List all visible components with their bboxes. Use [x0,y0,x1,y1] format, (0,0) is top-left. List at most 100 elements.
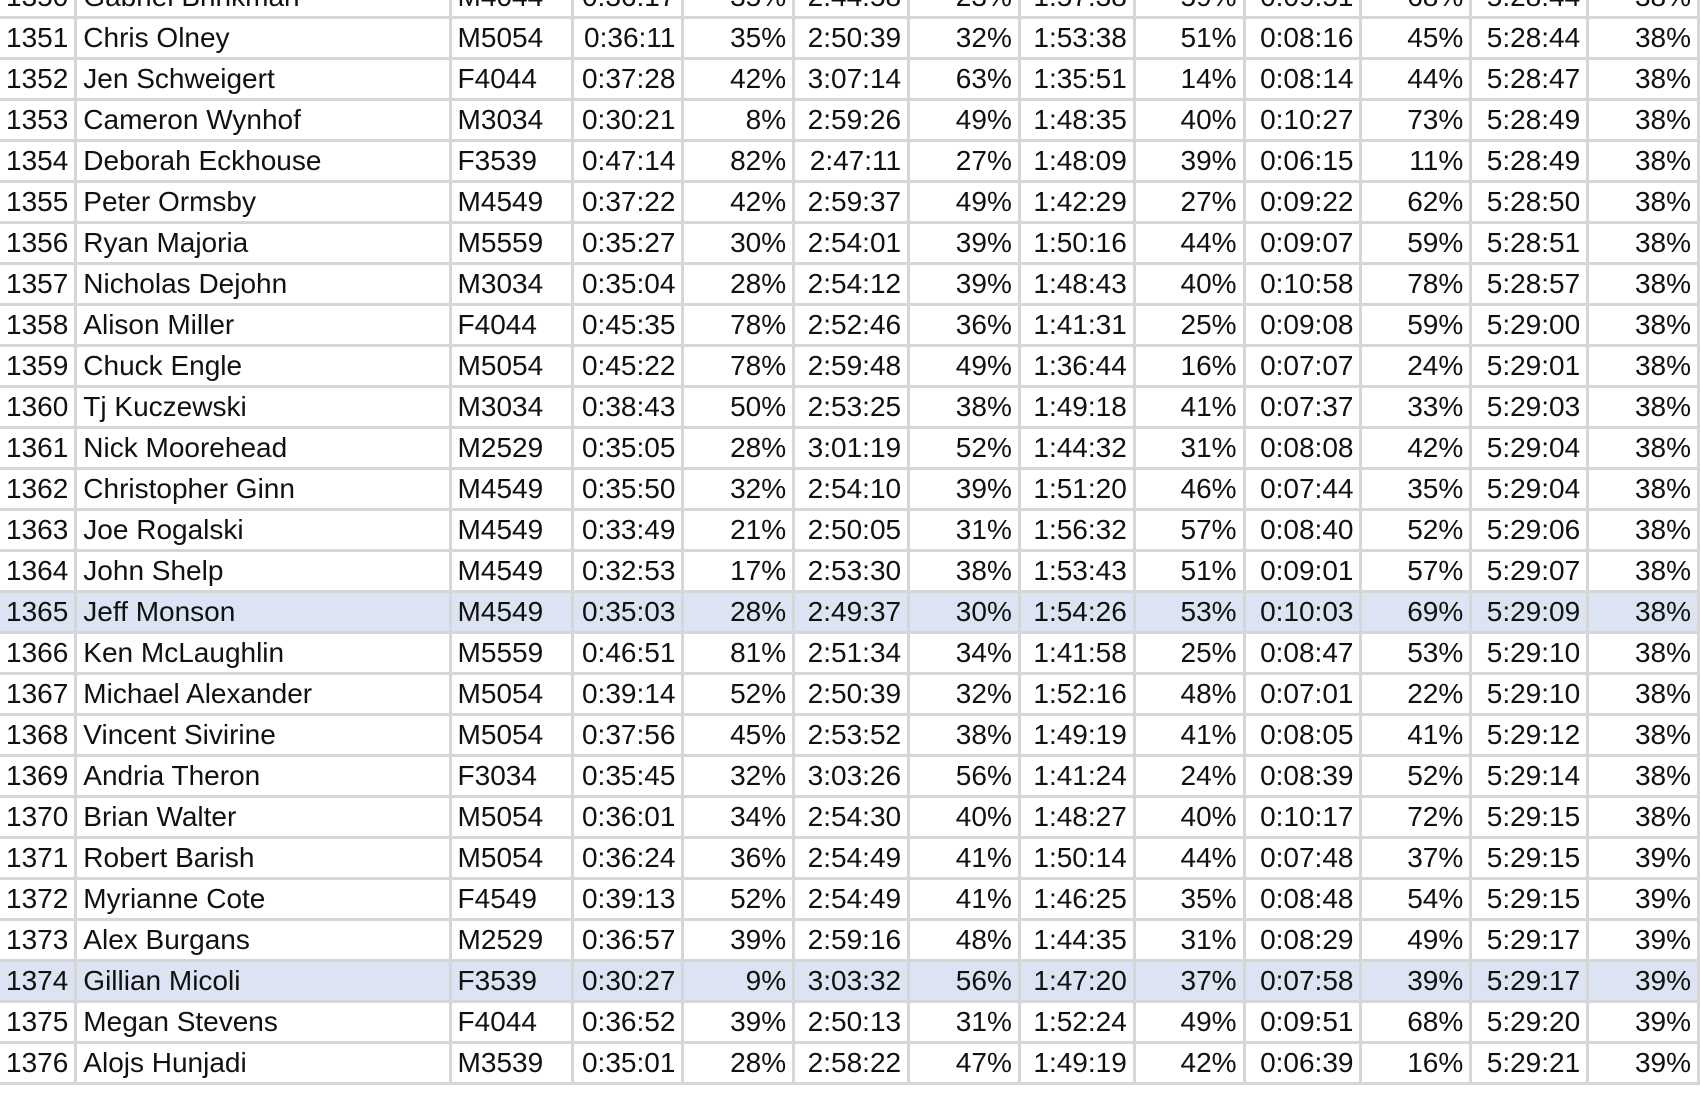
swim-time-cell[interactable]: 0:33:49 [572,509,685,552]
transition-pct-cell[interactable]: 39% [1360,960,1473,1003]
total-time-cell[interactable]: 5:29:04 [1470,427,1590,470]
swim-time-cell[interactable]: 0:45:22 [572,345,685,388]
run-pct-cell[interactable]: 51% [1134,17,1246,60]
swim-time-cell[interactable]: 0:38:43 [572,386,685,429]
transition-pct-cell[interactable]: 45% [1360,17,1473,60]
swim-pct-cell[interactable]: 42% [682,58,796,101]
division-cell[interactable]: F3539 [450,960,575,1003]
swim-time-cell[interactable]: 0:36:11 [572,17,685,60]
total-time-cell[interactable]: 5:29:15 [1470,837,1590,880]
swim-time-cell[interactable]: 0:32:53 [572,550,685,593]
bike-pct-cell[interactable]: 32% [908,673,1021,716]
total-pct-cell[interactable]: 39% [1587,1001,1700,1044]
swim-pct-cell[interactable]: 50% [682,386,796,429]
total-pct-cell[interactable]: 38% [1587,304,1700,347]
bib-cell[interactable]: 1361 [0,427,78,470]
table-row[interactable]: 1363 Joe Rogalski M4549 0:33:49 21% 2:50:05 31… [0,509,1700,552]
run-pct-cell[interactable]: 40% [1134,99,1246,142]
swim-pct-cell[interactable]: 21% [682,509,796,552]
total-pct-cell[interactable]: 38% [1587,0,1700,19]
total-pct-cell[interactable]: 38% [1587,17,1700,60]
table-row[interactable]: 1364 John Shelp M4549 0:32:53 17% 2:53:30 38% 1… [0,550,1700,593]
name-cell[interactable]: Deborah Eckhouse [75,140,452,183]
division-cell[interactable]: M4549 [450,181,575,224]
run-pct-cell[interactable]: 25% [1134,632,1246,675]
bib-cell[interactable]: 1364 [0,550,78,593]
transition-time-cell[interactable]: 0:09:07 [1244,222,1363,265]
table-row[interactable]: 1368 Vincent Sivirine M5054 0:37:56 45% 2:53:… [0,714,1700,757]
run-pct-cell[interactable]: 37% [1134,960,1246,1003]
transition-time-cell[interactable]: 0:08:48 [1244,878,1363,921]
transition-pct-cell[interactable]: 62% [1360,181,1473,224]
bike-time-cell[interactable]: 2:53:25 [793,386,911,429]
swim-pct-cell[interactable]: 78% [682,304,796,347]
bib-cell[interactable]: 1352 [0,58,78,101]
total-time-cell[interactable]: 5:28:44 [1470,0,1590,19]
total-time-cell[interactable]: 5:28:44 [1470,17,1590,60]
run-time-cell[interactable]: 1:48:43 [1019,263,1136,306]
bike-time-cell[interactable]: 3:03:32 [793,960,911,1003]
table-row[interactable]: 1376 Alojs Hunjadi M3539 0:35:01 28% 2:58:22 4… [0,1042,1700,1085]
run-pct-cell[interactable]: 41% [1134,714,1246,757]
run-pct-cell[interactable]: 46% [1134,468,1246,511]
name-cell[interactable]: Christopher Ginn [75,468,452,511]
transition-time-cell[interactable]: 0:09:51 [1244,1001,1363,1044]
total-pct-cell[interactable]: 38% [1587,468,1700,511]
run-time-cell[interactable]: 1:48:27 [1019,796,1136,839]
total-pct-cell[interactable]: 38% [1587,673,1700,716]
transition-pct-cell[interactable]: 69% [1360,591,1473,634]
division-cell[interactable]: F4549 [450,878,575,921]
bike-pct-cell[interactable]: 39% [908,468,1021,511]
bike-time-cell[interactable]: 2:59:26 [793,99,911,142]
division-cell[interactable]: M5054 [450,673,575,716]
transition-time-cell[interactable]: 0:10:03 [1244,591,1363,634]
name-cell[interactable]: Peter Ormsby [75,181,452,224]
bike-time-cell[interactable]: 2:58:22 [793,1042,911,1085]
transition-pct-cell[interactable]: 41% [1360,714,1473,757]
swim-time-cell[interactable]: 0:30:27 [572,960,685,1003]
total-pct-cell[interactable]: 38% [1587,550,1700,593]
swim-time-cell[interactable]: 0:35:01 [572,1042,685,1085]
transition-time-cell[interactable]: 0:07:01 [1244,673,1363,716]
table-row[interactable]: 1356 Ryan Majoria M5559 0:35:27 30% 2:54:01 39… [0,222,1700,265]
run-time-cell[interactable]: 1:48:09 [1019,140,1136,183]
bike-time-cell[interactable]: 2:47:11 [793,140,911,183]
bib-cell[interactable]: 1354 [0,140,78,183]
bib-cell[interactable]: 1374 [0,960,78,1003]
bike-pct-cell[interactable]: 39% [908,222,1021,265]
swim-pct-cell[interactable]: 17% [682,550,796,593]
swim-pct-cell[interactable]: 36% [682,837,796,880]
bib-cell[interactable]: 1371 [0,837,78,880]
transition-time-cell[interactable]: 0:08:14 [1244,58,1363,101]
bike-pct-cell[interactable]: 56% [908,755,1021,798]
bike-pct-cell[interactable]: 47% [908,1042,1021,1085]
run-time-cell[interactable]: 1:47:20 [1019,960,1136,1003]
total-pct-cell[interactable]: 39% [1587,960,1700,1003]
bib-cell[interactable]: 1360 [0,386,78,429]
swim-pct-cell[interactable]: 81% [682,632,796,675]
swim-time-cell[interactable]: 0:35:04 [572,263,685,306]
total-pct-cell[interactable]: 38% [1587,755,1700,798]
transition-pct-cell[interactable]: 73% [1360,99,1473,142]
run-pct-cell[interactable]: 44% [1134,222,1246,265]
bike-time-cell[interactable]: 3:07:14 [793,58,911,101]
division-cell[interactable]: M2529 [450,427,575,470]
run-pct-cell[interactable]: 40% [1134,796,1246,839]
run-time-cell[interactable]: 1:54:26 [1019,591,1136,634]
bike-pct-cell[interactable]: 23% [908,0,1021,19]
name-cell[interactable]: Gabriel Brinkman [75,0,452,19]
run-pct-cell[interactable]: 14% [1134,58,1246,101]
bib-cell[interactable]: 1375 [0,1001,78,1044]
division-cell[interactable]: F3539 [450,140,575,183]
total-time-cell[interactable]: 5:29:10 [1470,673,1590,716]
bike-pct-cell[interactable]: 48% [908,919,1021,962]
transition-pct-cell[interactable]: 52% [1360,509,1473,552]
bib-cell[interactable]: 1370 [0,796,78,839]
run-pct-cell[interactable]: 57% [1134,509,1246,552]
bike-time-cell[interactable]: 2:49:37 [793,591,911,634]
run-time-cell[interactable]: 1:57:38 [1019,0,1136,19]
table-row[interactable]: 1360 Tj Kuczewski M3034 0:38:43 50% 2:53:25 38… [0,386,1700,429]
table-row[interactable]: 1375 Megan Stevens F4044 0:36:52 39% 2:50:13 3… [0,1001,1700,1044]
total-time-cell[interactable]: 5:29:09 [1470,591,1590,634]
division-cell[interactable]: M3034 [450,99,575,142]
